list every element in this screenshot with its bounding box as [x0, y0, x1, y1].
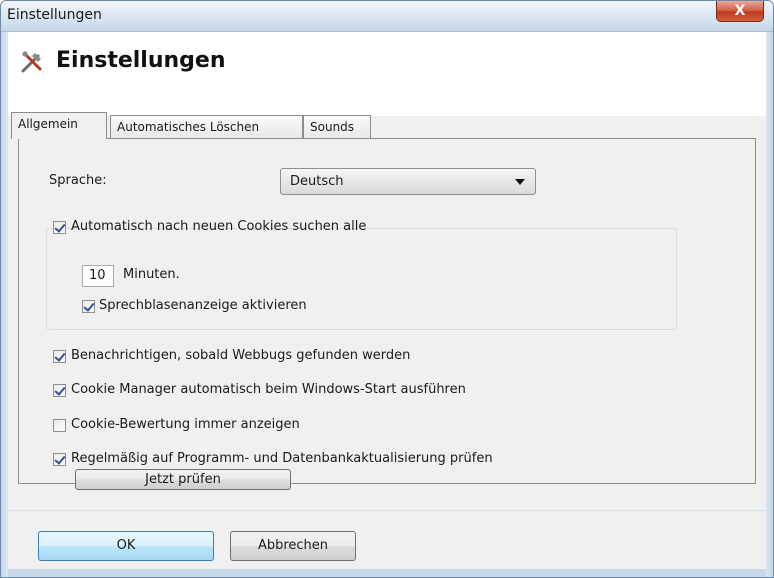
balloon-label: Sprechblasenanzeige aktivieren	[99, 298, 307, 313]
update-check-label: Regelmäßig auf Programm- und Datenbankak…	[71, 451, 493, 466]
update-check-checkbox[interactable]	[53, 453, 66, 466]
auto-search-checkbox[interactable]	[53, 221, 66, 234]
window-frame-right	[766, 32, 773, 577]
title-bar[interactable]: Einstellungen X	[1, 1, 773, 32]
tab-label: Automatisches Löschen	[117, 120, 260, 134]
settings-window: Einstellungen X Einstellungen Allgemein …	[0, 0, 774, 578]
tab-panel-allgemein: Sprache: Deutsch Automatisch nach neuen …	[18, 138, 756, 490]
tab-label: Allgemein	[18, 117, 78, 131]
tab-automatisches-loeschen[interactable]: Automatisches Löschen	[110, 115, 303, 139]
tab-sounds[interactable]: Sounds	[303, 115, 371, 139]
rating-checkbox[interactable]	[53, 419, 66, 432]
autostart-label: Cookie Manager automatisch beim Windows-…	[71, 382, 466, 397]
footer-divider	[8, 510, 766, 511]
cancel-button[interactable]: Abbrechen	[230, 531, 356, 561]
language-label: Sprache:	[49, 173, 107, 188]
close-icon: X	[734, 3, 746, 19]
autostart-checkbox[interactable]	[53, 384, 66, 397]
minutes-label: Minuten.	[123, 267, 180, 282]
language-select[interactable]: Deutsch	[280, 168, 536, 195]
rating-label: Cookie-Bewertung immer anzeigen	[71, 417, 300, 432]
notify-webbugs-label: Benachrichtigen, sobald Webbugs gefunden…	[71, 348, 411, 363]
auto-search-label: Automatisch nach neuen Cookies suchen al…	[71, 219, 367, 234]
ok-button[interactable]: OK	[38, 531, 214, 561]
notify-webbugs-checkbox[interactable]	[53, 350, 66, 363]
tab-allgemein[interactable]: Allgemein	[11, 112, 107, 139]
tab-label: Sounds	[310, 120, 355, 134]
balloon-checkbox[interactable]	[82, 300, 95, 313]
window-title: Einstellungen	[7, 7, 102, 23]
check-now-button[interactable]: Jetzt prüfen	[75, 469, 291, 490]
dialog-client-area: Einstellungen Allgemein Automatisches Lö…	[8, 32, 766, 569]
dialog-header: Einstellungen	[8, 32, 766, 116]
language-select-value: Deutsch	[290, 174, 344, 189]
page-title: Einstellungen	[56, 48, 226, 73]
interval-minutes-input[interactable]: 10	[82, 265, 114, 287]
window-frame-left	[1, 32, 8, 577]
chevron-down-icon[interactable]	[515, 179, 525, 185]
close-button[interactable]: X	[716, 1, 764, 22]
tools-icon	[21, 51, 42, 73]
